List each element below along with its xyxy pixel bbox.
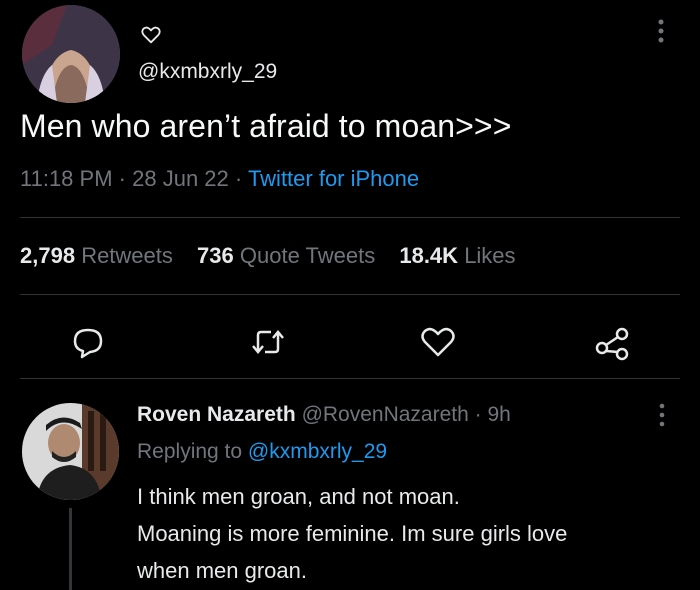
reply-header: Roven Nazareth @RovenNazareth · 9h [137,403,511,427]
author-avatar-image [22,5,120,103]
reply-author-avatar[interactable] [22,403,119,500]
share-icon[interactable] [592,322,632,362]
reply-author-name[interactable]: Roven Nazareth [137,403,296,426]
thread-line [69,508,72,590]
quotes-label: Quote Tweets [239,243,376,268]
retweets-stat[interactable]: 2,798 Retweets [20,243,173,268]
reply-text-line: when men groan. [137,558,307,583]
tweet-stats: 2,798 Retweets 736 Quote Tweets 18.4K Li… [20,243,516,269]
likes-count: 18.4K [399,243,459,268]
reply-text-line: I think men groan, and not moan. [137,484,460,509]
reply-avatar-image [22,403,119,500]
author-avatar[interactable] [22,5,120,103]
divider [20,217,680,218]
retweet-icon[interactable] [248,322,288,362]
replying-to: Replying to @kxmbxrly_29 [137,440,387,464]
reply-author-handle[interactable]: @RovenNazareth [302,403,469,426]
reply-more-options-icon[interactable] [653,400,671,430]
like-icon[interactable] [418,322,458,362]
tweet-meta: 11:18 PM · 28 Jun 22 · Twitter for iPhon… [20,166,419,192]
reply-text: I think men groan, and not moan. Moaning… [137,478,682,589]
replying-to-handle[interactable]: @kxmbxrly_29 [248,440,387,463]
retweets-label: Retweets [81,243,173,268]
meta-dot: · [474,403,482,426]
heart-icon [141,26,161,44]
divider [20,378,680,379]
author-handle[interactable]: @kxmbxrly_29 [138,60,277,84]
tweet-time[interactable]: 11:18 PM [20,166,113,191]
likes-stat[interactable]: 18.4K Likes [399,243,515,268]
reply-text-line: Moaning is more feminine. Im sure girls … [137,521,568,546]
tweet-text: Men who aren’t afraid to moan>>> [20,108,512,144]
likes-label: Likes [464,243,516,268]
quotes-stat[interactable]: 736 Quote Tweets [197,243,375,268]
reply-icon[interactable] [68,322,108,362]
meta-dot: · [234,166,243,191]
more-options-icon[interactable] [650,16,672,46]
tweet-source[interactable]: Twitter for iPhone [248,166,419,191]
retweets-count: 2,798 [20,243,76,268]
meta-dot: · [118,166,126,191]
quotes-count: 736 [197,243,234,268]
divider [20,294,680,295]
tweet-date[interactable]: 28 Jun 22 [132,166,229,191]
reply-age[interactable]: 9h [487,403,510,426]
replying-to-prefix: Replying to [137,440,243,463]
